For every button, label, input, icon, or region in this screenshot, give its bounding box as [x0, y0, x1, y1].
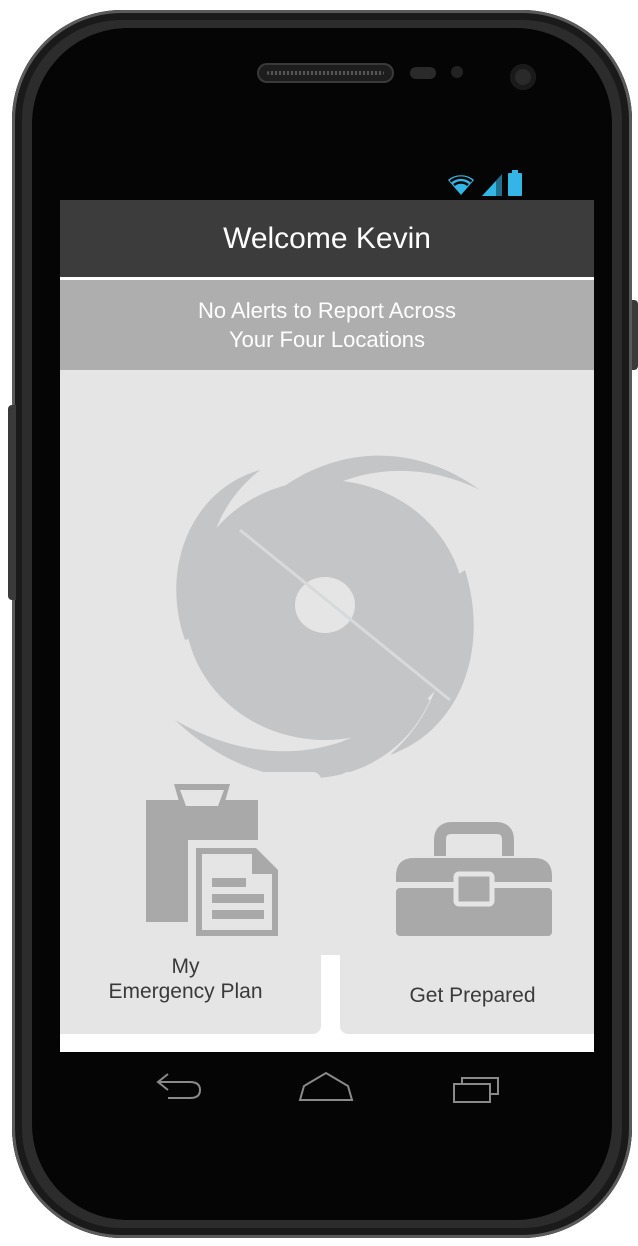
home-icon[interactable]	[298, 1070, 354, 1104]
alert-line-2: Your Four Locations	[228, 327, 426, 352]
system-nav-bar	[60, 1052, 594, 1118]
get-prepared-label: Get Prepared	[409, 984, 536, 1007]
alert-message: No Alerts to Report Across Your Four Loc…	[198, 296, 456, 354]
clipboard-document-icon	[146, 784, 284, 944]
get-prepared-tile[interactable]: Get Prepared	[340, 772, 594, 1034]
light-sensor	[451, 66, 463, 78]
emergency-plan-line-2: Emergency Plan	[108, 980, 263, 1003]
recent-apps-icon[interactable]	[450, 1070, 504, 1104]
power-button	[632, 300, 638, 370]
emergency-plan-label: My Emergency Plan	[60, 954, 321, 1004]
back-icon[interactable]	[152, 1070, 204, 1102]
emergency-plan-tile[interactable]: My Emergency Plan	[60, 772, 321, 1034]
wifi-icon	[448, 175, 474, 195]
app-screen: Welcome Kevin No Alerts to Report Across…	[60, 200, 594, 1052]
alert-line-1: No Alerts to Report Across	[198, 298, 456, 323]
emergency-plan-line-1: My	[171, 955, 200, 978]
page-title: Welcome Kevin	[223, 221, 431, 255]
app-header: Welcome Kevin	[60, 200, 594, 277]
proximity-sensor	[410, 67, 436, 79]
signal-icon	[482, 174, 502, 196]
volume-button	[8, 405, 16, 600]
status-bar	[446, 170, 522, 196]
battery-icon	[508, 170, 522, 196]
earpiece-speaker	[257, 63, 394, 83]
alert-banner: No Alerts to Report Across Your Four Loc…	[60, 280, 594, 370]
front-camera	[510, 64, 536, 90]
toolbox-icon	[396, 822, 552, 936]
